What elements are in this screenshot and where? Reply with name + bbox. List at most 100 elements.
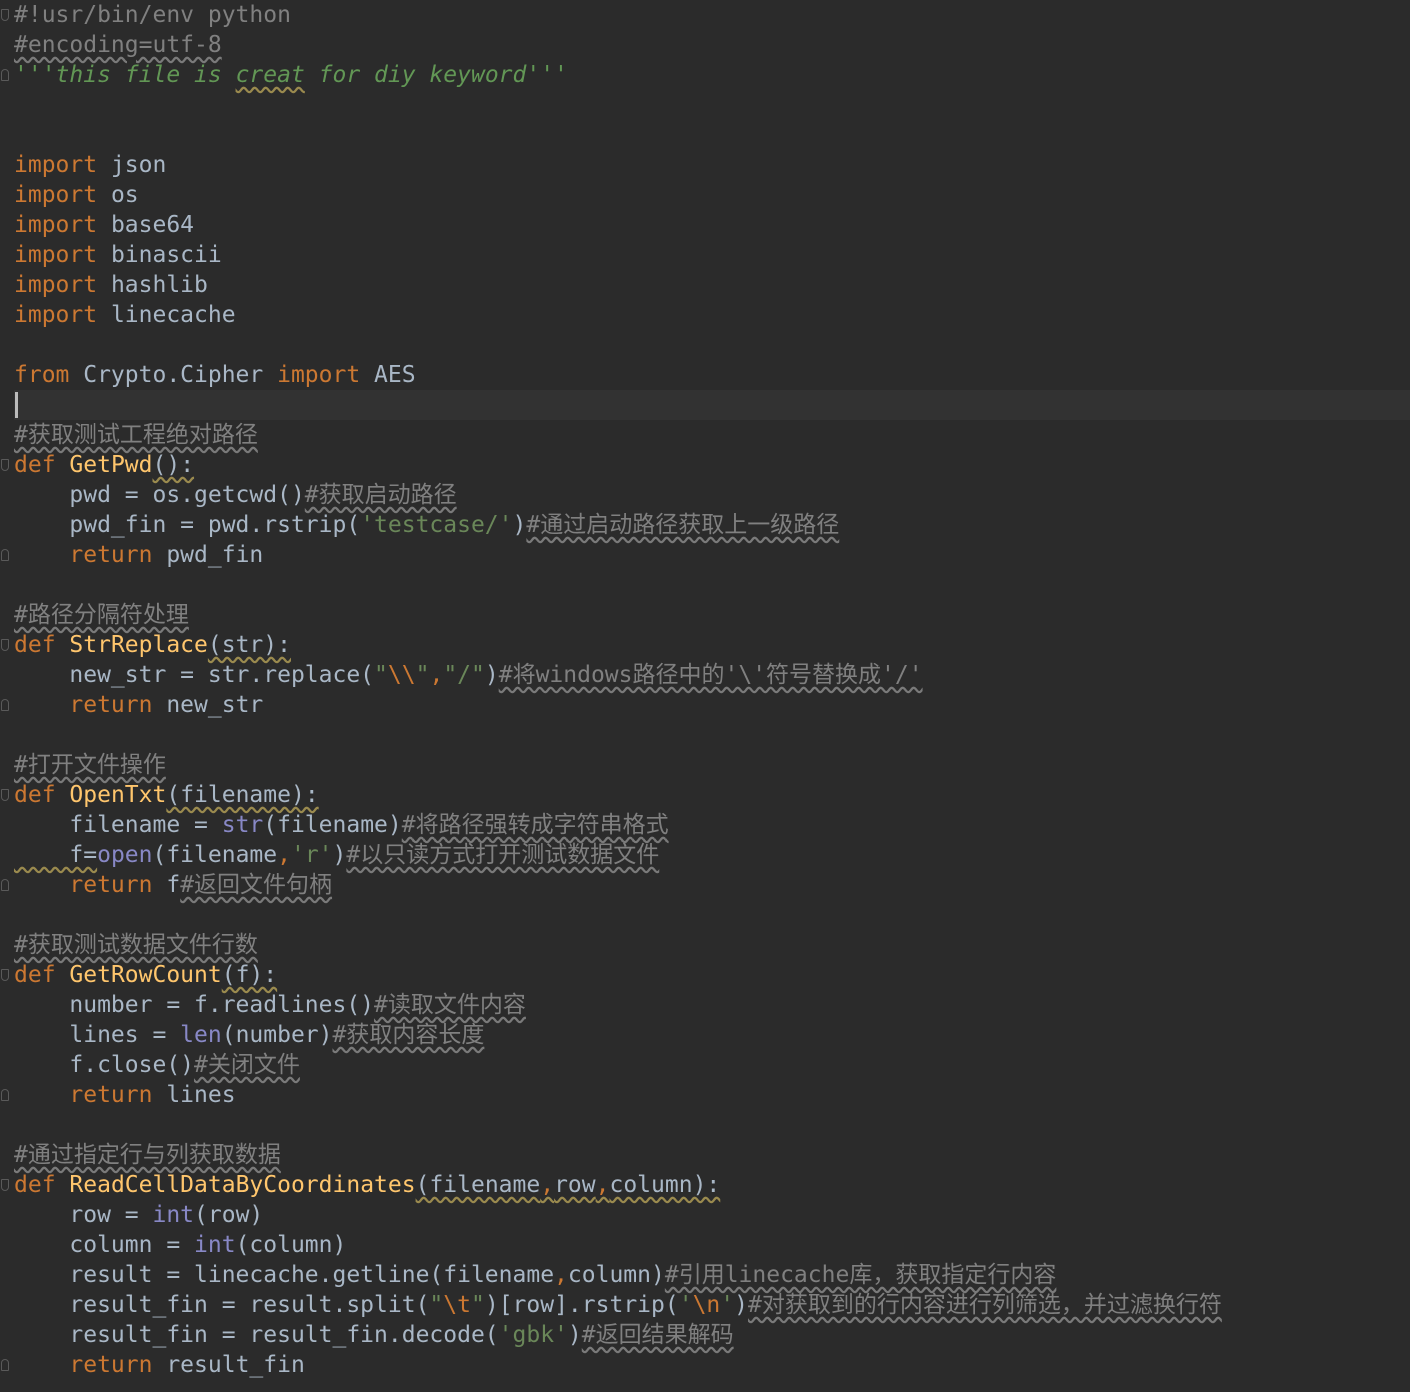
code-line[interactable]: def GetRowCount(f): (14, 960, 1410, 990)
code-token: '''this file is (14, 62, 236, 88)
code-line[interactable]: from Crypto.Cipher import AES (14, 360, 1410, 390)
code-line[interactable]: import binascii (14, 240, 1410, 270)
code-token: def (14, 452, 56, 478)
code-line[interactable]: filename = str(filename)#将路径强转成字符串格式 (14, 810, 1410, 840)
code-token: row = (14, 1202, 153, 1228)
code-token: def (14, 962, 56, 988)
fold-end-icon[interactable] (1, 1359, 9, 1371)
code-line[interactable]: #打开文件操作 (14, 750, 1410, 780)
code-token: , (277, 842, 291, 868)
code-token: hashlib (97, 272, 208, 298)
code-line[interactable]: return result_fin (14, 1350, 1410, 1380)
code-token: ) (512, 512, 527, 538)
code-line[interactable]: def StrReplace(str): (14, 630, 1410, 660)
code-token: GetPwd (69, 452, 153, 478)
code-token: 'testcase/' (360, 512, 513, 538)
code-token: \n (692, 1292, 721, 1318)
code-line[interactable]: lines = len(number)#获取内容长度 (14, 1020, 1410, 1050)
code-line[interactable]: f=open(filename,'r')#以只读方式打开测试数据文件 (14, 840, 1410, 870)
code-token: #!usr/bin/env python (14, 2, 291, 28)
code-line[interactable]: #路径分隔符处理 (14, 600, 1410, 630)
code-token: , (429, 662, 444, 688)
code-token: \t (443, 1292, 471, 1318)
code-line[interactable]: pwd_fin = pwd.rstrip('testcase/')#通过启动路径… (14, 510, 1410, 540)
code-line[interactable]: return f#返回文件句柄 (14, 870, 1410, 900)
code-line[interactable]: f.close()#关闭文件 (14, 1050, 1410, 1080)
code-line[interactable]: '''this file is creat for diy keyword''' (14, 60, 1410, 90)
code-line[interactable]: result_fin = result_fin.decode('gbk')#返回… (14, 1320, 1410, 1350)
code-line[interactable] (14, 720, 1410, 750)
code-token: f= (14, 842, 98, 868)
code-line[interactable]: def ReadCellDataByCoordinates(filename,r… (14, 1170, 1410, 1200)
fold-end-icon[interactable] (1, 549, 9, 561)
code-line[interactable]: import os (14, 180, 1410, 210)
code-token: int (152, 1202, 195, 1228)
code-token: return (69, 1082, 153, 1108)
code-token: #通过指定行与列获取数据 (14, 1142, 281, 1168)
fold-end-icon[interactable] (1, 69, 9, 81)
code-line[interactable]: #!usr/bin/env python (14, 0, 1410, 30)
fold-start-icon[interactable] (1, 9, 9, 21)
code-line[interactable] (14, 390, 1410, 420)
code-line[interactable]: def GetPwd(): (14, 450, 1410, 480)
fold-gutter[interactable] (0, 0, 12, 1392)
code-editor[interactable]: #!usr/bin/env python #encoding=utf-8 '''th… (0, 0, 1410, 1392)
code-token: import (277, 362, 361, 388)
code-line[interactable]: result = linecache.getline(filename,colu… (14, 1260, 1410, 1290)
code-line[interactable]: number = f.readlines()#读取文件内容 (14, 990, 1410, 1020)
fold-start-icon[interactable] (1, 969, 9, 981)
code-line[interactable]: import hashlib (14, 270, 1410, 300)
code-token: base64 (97, 212, 195, 238)
code-token: #对获取到的行内容进行列筛选，并过滤换行符 (748, 1292, 1222, 1318)
code-line[interactable] (14, 900, 1410, 930)
fold-start-icon[interactable] (1, 459, 9, 471)
code-line[interactable]: column = int(column) (14, 1230, 1410, 1260)
code-line[interactable] (14, 330, 1410, 360)
code-token: column = (14, 1232, 195, 1258)
fold-end-icon[interactable] (1, 1089, 9, 1101)
code-line[interactable]: import linecache (14, 300, 1410, 330)
code-line[interactable] (14, 1110, 1410, 1140)
code-token: result_fin = result_fin.decode( (14, 1322, 499, 1348)
fold-end-icon[interactable] (1, 879, 9, 891)
fold-start-icon[interactable] (1, 1179, 9, 1191)
code-token: (f): (221, 962, 278, 988)
fold-start-icon[interactable] (1, 639, 9, 651)
code-line[interactable]: return lines (14, 1080, 1410, 1110)
code-token: import (14, 152, 98, 178)
code-line[interactable]: import base64 (14, 210, 1410, 240)
code-line[interactable]: def OpenTxt(filename): (14, 780, 1410, 810)
code-line[interactable]: import json (14, 150, 1410, 180)
code-token: f (152, 872, 181, 898)
code-line[interactable]: return new_str (14, 690, 1410, 720)
code-line[interactable] (14, 570, 1410, 600)
code-line[interactable]: #获取测试工程绝对路径 (14, 420, 1410, 450)
code-line[interactable]: result_fin = result.split("\t")[row].rst… (14, 1290, 1410, 1320)
code-line[interactable]: return pwd_fin (14, 540, 1410, 570)
code-line[interactable] (14, 90, 1410, 120)
code-line[interactable]: row = int(row) (14, 1200, 1410, 1230)
fold-start-icon[interactable] (1, 789, 9, 801)
code-token: #获取测试工程绝对路径 (14, 422, 258, 448)
code-token: len (180, 1022, 222, 1048)
code-token: #获取启动路径 (304, 482, 457, 508)
code-line[interactable]: new_str = str.replace("\\","/")#将windows… (14, 660, 1410, 690)
code-token: AES (360, 362, 416, 388)
code-token: (filename (152, 842, 278, 868)
code-token: pwd_fin (152, 542, 264, 568)
code-token: return (69, 872, 153, 898)
code-token: (number) (221, 1022, 333, 1048)
fold-end-icon[interactable] (1, 699, 9, 711)
code-line[interactable]: #encoding=utf-8 (14, 30, 1410, 60)
code-token: result = linecache.getline(filename (14, 1262, 555, 1288)
code-token: filename = (14, 812, 222, 838)
code-line[interactable]: pwd = os.getcwd()#获取启动路径 (14, 480, 1410, 510)
code-line[interactable]: #获取测试数据文件行数 (14, 930, 1410, 960)
code-line[interactable]: #通过指定行与列获取数据 (14, 1140, 1410, 1170)
code-area[interactable]: #!usr/bin/env python #encoding=utf-8 '''th… (14, 0, 1410, 1380)
code-token: , (540, 1172, 555, 1198)
code-line[interactable] (14, 120, 1410, 150)
code-token: str (221, 812, 264, 838)
code-token: #以只读方式打开测试数据文件 (346, 842, 660, 868)
code-token: return (69, 1352, 153, 1378)
